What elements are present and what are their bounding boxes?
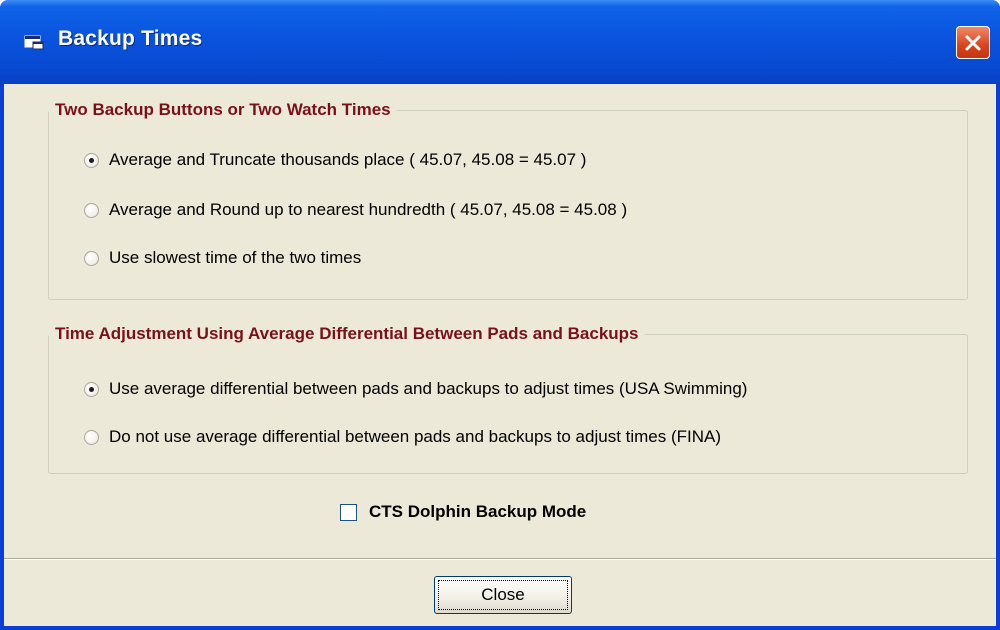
radio-no-differential-label: Do not use average differential between … <box>109 427 722 446</box>
time-adjustment-group: Time Adjustment Using Average Differenti… <box>48 324 968 474</box>
radio-use-differential-label: Use average differential between pads an… <box>109 379 748 398</box>
time-adjustment-group-legend: Time Adjustment Using Average Differenti… <box>55 324 639 343</box>
title-bar[interactable]: Backup Times <box>0 0 1000 84</box>
radio-button[interactable] <box>84 429 99 445</box>
radio-slowest-time[interactable]: Use slowest time of the two times <box>84 248 361 268</box>
radio-button[interactable] <box>84 202 99 218</box>
window-title: Backup Times <box>58 27 203 50</box>
app-window-icon <box>24 35 44 50</box>
title-close-button[interactable] <box>956 26 990 59</box>
backup-times-dialog: Backup Times Two Backup Buttons or Two W… <box>0 0 1000 630</box>
dialog-body: Two Backup Buttons or Two Watch Times Av… <box>4 84 996 626</box>
radio-button[interactable] <box>84 250 99 266</box>
radio-average-round-up-label: Average and Round up to nearest hundredt… <box>109 200 628 219</box>
radio-button-checked[interactable] <box>84 152 99 168</box>
radio-average-truncate-label: Average and Truncate thousands place ( 4… <box>109 150 587 169</box>
cts-dolphin-backup-mode[interactable]: CTS Dolphin Backup Mode <box>340 502 586 522</box>
close-button-label: Close <box>438 580 568 610</box>
two-backup-group-legend: Two Backup Buttons or Two Watch Times <box>55 100 391 119</box>
radio-no-differential[interactable]: Do not use average differential between … <box>84 427 721 447</box>
close-x-icon <box>965 35 981 51</box>
radio-average-truncate[interactable]: Average and Truncate thousands place ( 4… <box>84 150 586 170</box>
cts-dolphin-label: CTS Dolphin Backup Mode <box>369 502 587 521</box>
radio-button-checked[interactable] <box>84 381 99 397</box>
cts-dolphin-checkbox[interactable] <box>340 503 357 521</box>
radio-average-round-up[interactable]: Average and Round up to nearest hundredt… <box>84 200 627 220</box>
radio-use-differential[interactable]: Use average differential between pads an… <box>84 379 747 399</box>
radio-slowest-time-label: Use slowest time of the two times <box>109 248 362 267</box>
close-button[interactable]: Close <box>434 576 572 614</box>
footer-divider <box>4 558 996 560</box>
